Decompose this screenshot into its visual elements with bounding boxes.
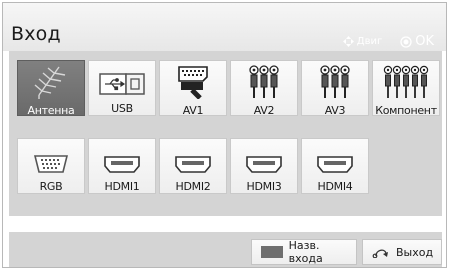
exit-button[interactable]: Выход [362,239,442,265]
color-key-icon [261,246,283,258]
hdmi-icon [246,143,282,175]
dialog-title: Вход [11,23,61,45]
rca-av-icon [318,65,352,99]
navigation-hints: Двиг OK [325,34,434,49]
input-tile-antenna[interactable]: Антенна [17,60,85,117]
input-label: HDMI3 [246,180,282,193]
hdmi-icon [317,143,353,175]
input-tile-av1[interactable]: AV1 [159,60,227,117]
input-label: HDMI1 [104,180,140,193]
input-dialog: Вход Двиг OK Антенна USB AV1 AV2 AV3 Ком… [2,2,447,268]
antenna-icon [31,65,71,99]
hdmi-icon [175,143,211,175]
input-label: AV2 [253,104,275,117]
input-tile-hdmi4[interactable]: HDMI4 [301,138,369,194]
usb-icon [99,65,145,97]
dpad-icon [342,36,354,47]
ok-button-icon [400,35,412,48]
vga-icon [34,143,68,175]
input-label: HDMI2 [175,180,211,193]
hdmi-icon [104,143,140,175]
rename-input-button[interactable]: Назв. входа [251,239,357,265]
input-label: Компонент [375,104,437,117]
input-tile-av3[interactable]: AV3 [301,60,369,117]
exit-label: Выход [396,245,434,259]
input-tile-hdmi3[interactable]: HDMI3 [230,138,298,194]
input-label: AV3 [324,104,346,117]
footer-bar: Назв. входа Выход [9,232,442,267]
rca-av-icon [247,65,281,99]
input-label: Антенна [27,104,75,117]
input-label: RGB [39,180,63,193]
input-tile-usb[interactable]: USB [88,60,156,116]
ok-hint-label: OK [415,34,434,49]
input-tile-hdmi2[interactable]: HDMI2 [159,138,227,194]
separator [3,216,446,232]
input-label: AV1 [182,104,204,117]
scart-icon [176,65,210,99]
input-tile-hdmi1[interactable]: HDMI1 [88,138,156,194]
rename-input-label: Назв. входа [288,239,323,265]
title-bar: Вход Двиг OK [3,3,446,51]
input-tile-rgb[interactable]: RGB [17,138,85,194]
input-tile-av2[interactable]: AV2 [230,60,298,117]
input-label: USB [111,102,133,115]
move-hint-label: Двиг [356,36,383,47]
move-hint: Двиг [342,36,383,47]
input-tile-component[interactable]: Компонент [372,60,440,117]
back-arrow-icon [372,246,390,258]
input-grid: Антенна USB AV1 AV2 AV3 Компонент RGB HD… [9,51,442,216]
component-icon [383,65,429,99]
input-label: HDMI4 [317,180,353,193]
ok-hint: OK [400,34,434,49]
